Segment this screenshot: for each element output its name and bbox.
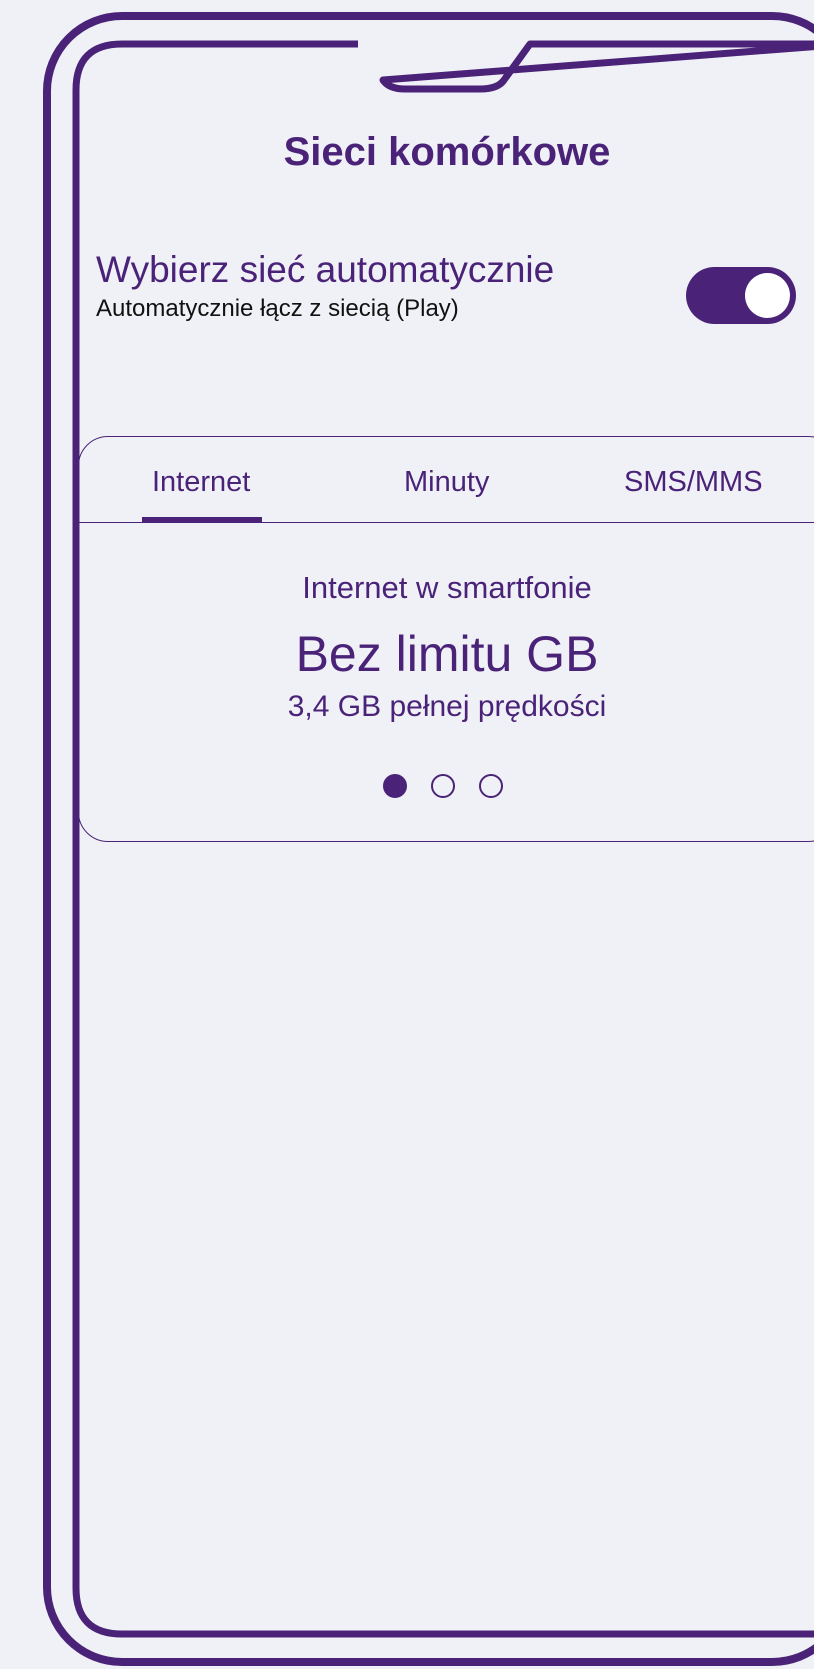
auto-network-toggle[interactable] [686,267,796,324]
active-tab-indicator [142,517,262,523]
auto-network-setting[interactable]: Wybierz sieć automatycznie Automatycznie… [96,249,555,323]
pagination-dots [383,774,513,804]
pagination-dot-1[interactable] [383,774,407,798]
pagination-dot-2[interactable] [431,774,455,798]
toggle-knob [745,273,790,318]
auto-network-title: Wybierz sieć automatycznie [96,249,555,290]
pagination-dot-3[interactable] [479,774,503,798]
tab-internet[interactable]: Internet [152,466,250,499]
plan-label: Internet w smartfonie [302,570,592,605]
plan-tabs: Internet Minuty SMS/MMS [79,437,814,523]
plan-card: Internet Minuty SMS/MMS Internet w smart… [78,436,814,842]
auto-network-subtitle: Automatycznie łącz z siecią (Play) [96,294,459,322]
tab-minuty[interactable]: Minuty [404,466,489,499]
page-title: Sieci komórkowe [283,130,611,174]
tab-sms-mms[interactable]: SMS/MMS [624,466,763,499]
plan-main-value: Bez limitu GB [295,626,599,682]
plan-sub-value: 3,4 GB pełnej prędkości [287,690,607,723]
